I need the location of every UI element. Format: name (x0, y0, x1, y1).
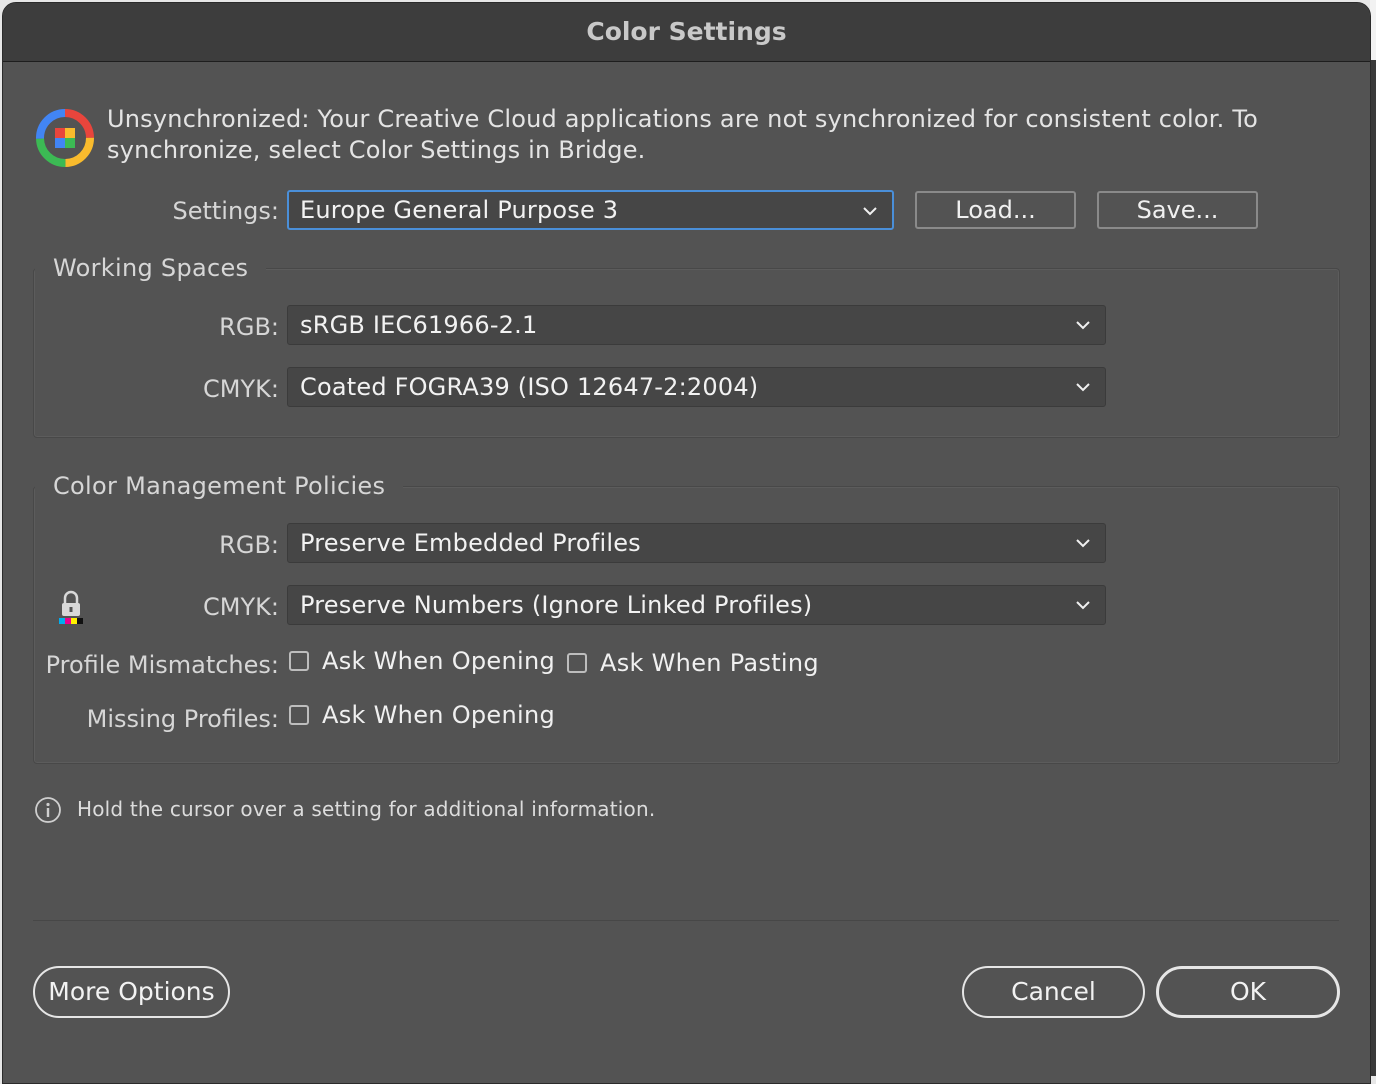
working-cmyk-dropdown[interactable]: Coated FOGRA39 (ISO 12647-2:2004) (287, 367, 1106, 407)
working-spaces-title: Working Spaces (35, 254, 267, 282)
load-button[interactable]: Load... (915, 191, 1076, 229)
color-settings-dialog: Color Settings Unsynchronized: Your Crea… (2, 2, 1371, 1084)
cancel-button[interactable]: Cancel (962, 966, 1145, 1018)
policy-rgb-value: Preserve Embedded Profiles (300, 529, 641, 557)
title-bar[interactable]: Color Settings (3, 3, 1370, 62)
policy-cmyk-dropdown[interactable]: Preserve Numbers (Ignore Linked Profiles… (287, 585, 1106, 625)
policy-rgb-label: RGB: (219, 531, 279, 559)
chevron-down-icon (1076, 601, 1090, 610)
missing-profiles-label: Missing Profiles: (86, 705, 279, 733)
footer-divider (33, 920, 1339, 921)
mismatch-ask-when-opening-checkbox[interactable] (289, 651, 309, 671)
sync-warning-message: Unsynchronized: Your Creative Cloud appl… (107, 105, 1258, 164)
policy-rgb-dropdown[interactable]: Preserve Embedded Profiles (287, 523, 1106, 563)
missing-ask-when-opening-checkbox[interactable] (289, 705, 309, 725)
more-options-button[interactable]: More Options (33, 966, 230, 1018)
working-rgb-dropdown[interactable]: sRGB IEC61966-2.1 (287, 305, 1106, 345)
working-spaces-group (33, 268, 1340, 438)
working-cmyk-value: Coated FOGRA39 (ISO 12647-2:2004) (300, 373, 759, 401)
profile-mismatches-label: Profile Mismatches: (45, 651, 279, 679)
cmyk-lock-icon (59, 590, 83, 624)
missing-ask-when-opening-label[interactable]: Ask When Opening (322, 701, 555, 729)
dialog-title: Color Settings (586, 17, 787, 46)
color-management-policies-title: Color Management Policies (35, 472, 404, 500)
chevron-down-icon (1076, 321, 1090, 330)
mismatch-ask-when-pasting-label[interactable]: Ask When Pasting (600, 649, 819, 677)
chevron-down-icon (863, 207, 877, 216)
settings-dropdown[interactable]: Europe General Purpose 3 (287, 190, 894, 230)
ok-button[interactable]: OK (1156, 966, 1340, 1018)
chevron-down-icon (1076, 383, 1090, 392)
settings-label: Settings: (172, 197, 279, 225)
settings-dropdown-value: Europe General Purpose 3 (300, 196, 619, 224)
info-hint-text: Hold the cursor over a setting for addit… (77, 797, 656, 821)
mismatch-ask-when-pasting-checkbox[interactable] (567, 653, 587, 673)
creative-cloud-color-icon (36, 109, 94, 167)
mismatch-ask-when-opening-label[interactable]: Ask When Opening (322, 647, 555, 675)
policy-cmyk-value: Preserve Numbers (Ignore Linked Profiles… (300, 591, 813, 619)
info-icon (35, 797, 61, 823)
save-button[interactable]: Save... (1097, 191, 1258, 229)
working-rgb-value: sRGB IEC61966-2.1 (300, 311, 538, 339)
chevron-down-icon (1076, 539, 1090, 548)
working-cmyk-label: CMYK: (203, 375, 279, 403)
working-rgb-label: RGB: (219, 313, 279, 341)
policy-cmyk-label: CMYK: (203, 593, 279, 621)
